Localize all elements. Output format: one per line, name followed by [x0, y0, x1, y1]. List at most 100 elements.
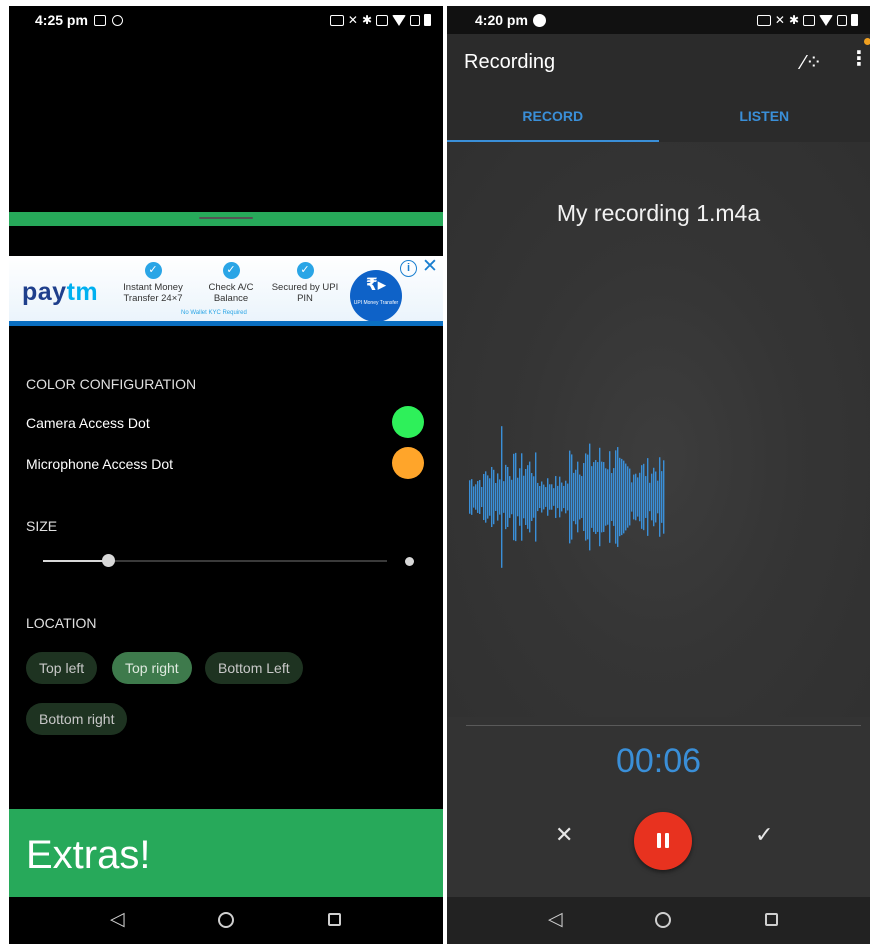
waveform-bar — [613, 468, 615, 526]
app-toolbar: Recording ⁄⁘ ⋮ — [447, 34, 870, 90]
recording-file-name[interactable]: My recording 1.m4a — [447, 200, 870, 227]
no-signal-icon: ✕ — [774, 13, 785, 27]
status-bar: 4:25 pm ✕ ✱ — [9, 6, 443, 34]
waveform-bar — [519, 468, 521, 526]
waveform-bar — [551, 484, 553, 510]
waveform-bar — [631, 482, 633, 512]
ad-bottom-bar — [9, 321, 443, 326]
waveform-bar — [633, 474, 635, 520]
mic-dot-label[interactable]: Microphone Access Dot — [26, 456, 173, 472]
recents-icon[interactable] — [328, 913, 341, 926]
recents-icon[interactable] — [765, 913, 778, 926]
back-icon[interactable]: ◁ — [548, 910, 563, 930]
divider — [466, 725, 861, 726]
waveform-bar — [663, 460, 665, 534]
waveform-bar — [477, 481, 479, 513]
waveform-bar — [533, 476, 535, 518]
pause-button[interactable] — [634, 812, 692, 870]
tab-record[interactable]: RECORD — [447, 90, 659, 142]
waveform-bar — [505, 464, 507, 530]
waveform-bar — [603, 462, 605, 532]
waveform-bar — [489, 478, 491, 516]
size-slider-fill — [43, 560, 109, 562]
chip-bottom-left[interactable]: Bottom Left — [205, 652, 303, 684]
mic-dot-color-swatch[interactable] — [392, 447, 424, 479]
check-icon: ✓ — [296, 262, 314, 279]
paytm-logo: paytm — [22, 278, 99, 306]
waveform-bar — [579, 474, 581, 520]
chip-top-left[interactable]: Top left — [26, 652, 98, 684]
bluetooth-icon: ✱ — [361, 13, 372, 27]
recording-timer: 00:06 — [615, 742, 702, 780]
ad-info-icon[interactable]: i — [400, 260, 417, 277]
waveform-bar — [481, 486, 483, 508]
chip-bottom-right[interactable]: Bottom right — [26, 703, 128, 735]
waveform-bar — [563, 485, 565, 509]
waveform-bar — [627, 466, 629, 528]
no-signal-icon: ✕ — [347, 13, 358, 27]
waveform-bar — [487, 475, 489, 519]
waveform-bar — [471, 479, 473, 515]
discard-icon[interactable]: ✕ — [555, 822, 573, 848]
waveform-bar — [561, 482, 563, 512]
waveform-bar — [507, 466, 509, 528]
waveform-bar — [549, 484, 551, 510]
drag-handle[interactable] — [199, 217, 253, 219]
back-icon[interactable]: ◁ — [110, 910, 125, 930]
waveform-bar — [513, 453, 515, 541]
waveform-bar — [625, 463, 627, 531]
waveform-bar — [575, 469, 577, 525]
waveform-bar — [547, 478, 549, 516]
status-time: 4:25 pm — [35, 12, 88, 28]
waveform-bar — [645, 476, 647, 518]
waveform-bar — [581, 476, 583, 518]
more-options-icon[interactable]: ⋮ — [849, 49, 869, 69]
no-sim-icon — [837, 14, 847, 26]
ad-close-icon[interactable]: ✕ — [422, 256, 438, 278]
waveform-bar — [485, 471, 487, 523]
rupee-coin-icon: ₹▸ UPI Money Transfer — [350, 270, 402, 322]
waveform-bar — [653, 467, 655, 527]
waveform-bar — [651, 473, 653, 521]
waveform-bar — [539, 485, 541, 509]
waveform-bar — [601, 461, 603, 533]
waveform-bar — [657, 480, 659, 514]
bluetooth-icon: ✱ — [788, 13, 799, 27]
color-config-heading: COLOR CONFIGURATION — [26, 376, 197, 392]
chip-top-right[interactable]: Top right — [112, 652, 192, 684]
tab-listen[interactable]: LISTEN — [659, 90, 870, 142]
waveform-bar — [553, 488, 555, 506]
ad-note: No Wallet KYC Required — [181, 310, 247, 316]
save-icon[interactable]: ✓ — [755, 822, 773, 848]
home-icon[interactable] — [218, 912, 234, 928]
waveform-bar — [615, 450, 617, 544]
size-heading: SIZE — [26, 518, 58, 534]
waveform-bar — [545, 487, 547, 507]
home-icon[interactable] — [655, 912, 671, 928]
waveform-bar — [621, 458, 623, 536]
waveform-bar — [583, 463, 585, 531]
size-slider-thumb[interactable] — [102, 554, 116, 567]
waveform-bar — [585, 453, 587, 541]
waveform-bar — [559, 476, 561, 518]
waveform-bar — [649, 482, 651, 512]
size-slider[interactable] — [43, 554, 387, 567]
waveform-bar — [491, 466, 493, 528]
screenshot-icon — [93, 14, 106, 26]
extras-banner[interactable]: Extras! — [9, 809, 443, 897]
ad-feature-1: ✓ Instant Money Transfer 24×7 — [123, 262, 183, 304]
waveform-bar — [493, 469, 495, 525]
sheet-drag-strip[interactable] — [9, 212, 443, 226]
battery-icon — [851, 14, 858, 26]
camera-dot-label[interactable]: Camera Access Dot — [26, 415, 150, 431]
waveform-bar — [647, 458, 649, 536]
magic-wand-icon[interactable]: ⁄⁘ — [802, 50, 822, 75]
ad-banner[interactable]: paytm ✓ Instant Money Transfer 24×7 ✓ Chec… — [9, 256, 443, 326]
waveform-bar — [535, 452, 537, 542]
waveform-bar — [619, 457, 621, 537]
waveform-bar — [607, 469, 609, 525]
waveform-bar — [611, 473, 613, 521]
right-screen: 4:20 pm ✕ ✱ Recording ⁄⁘ ⋮ RECORD LISTEN… — [447, 6, 870, 944]
waveform-bar — [517, 477, 519, 517]
camera-dot-color-swatch[interactable] — [392, 406, 424, 438]
